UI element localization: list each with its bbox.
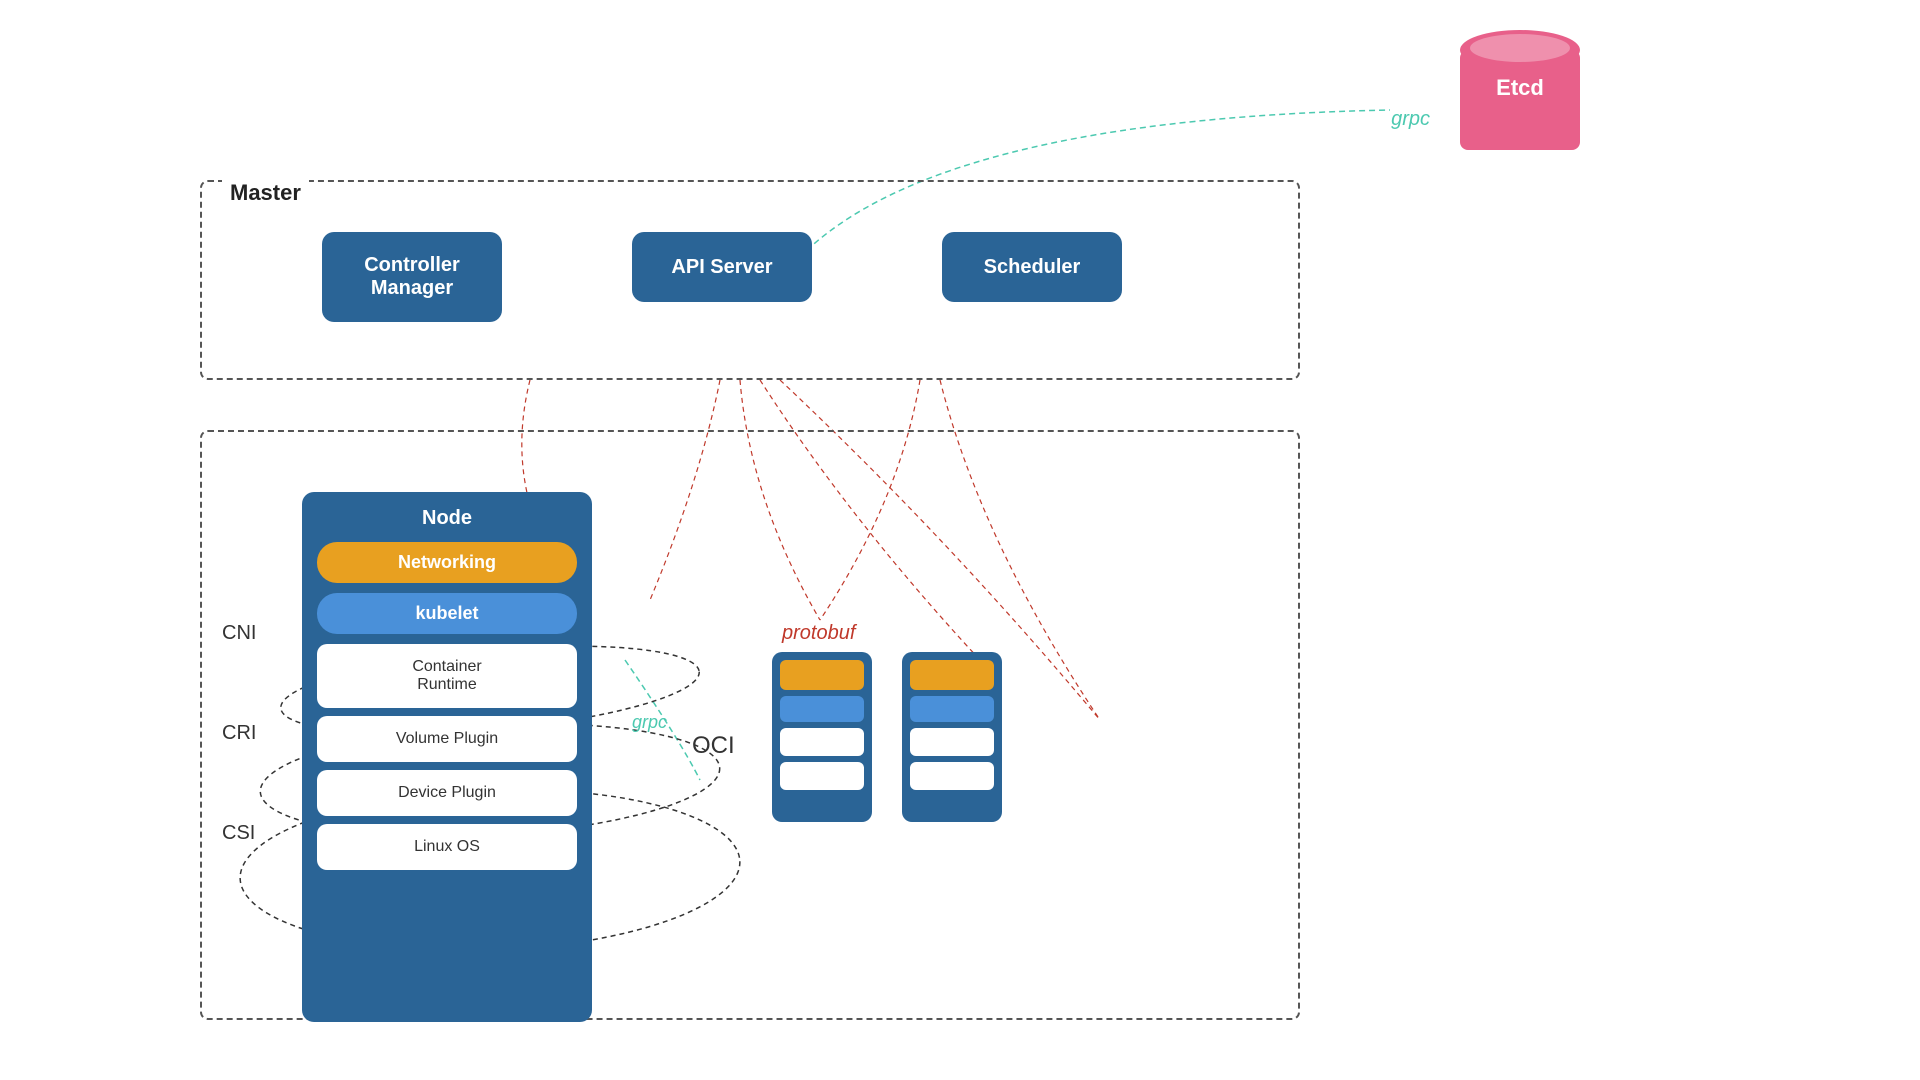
- networking-box: Networking: [317, 542, 577, 583]
- etcd-highlight: [1470, 34, 1570, 62]
- pod-1-bar-1: [780, 660, 864, 690]
- etcd-label: Etcd: [1460, 75, 1580, 101]
- cri-label: CRI: [222, 722, 256, 745]
- kubelet-box: kubelet: [317, 593, 577, 634]
- container-runtime-label: ContainerRuntime: [412, 658, 481, 693]
- linux-os-box: Linux OS: [317, 824, 577, 870]
- node-box: CNI CRI CSI OCI grpc protobuf Node Netwo…: [200, 430, 1300, 1020]
- container-runtime-box: ContainerRuntime: [317, 644, 577, 708]
- pod-2-bar-3: [910, 728, 994, 756]
- etcd-top: [1460, 30, 1580, 70]
- grpc-etcd-label: grpc: [1391, 108, 1430, 131]
- api-server-box: API Server: [632, 232, 812, 302]
- controller-manager-label: ControllerManager: [364, 254, 460, 300]
- master-box: Master ControllerManager API Server Sche…: [200, 180, 1300, 380]
- scheduler-label: Scheduler: [984, 256, 1081, 279]
- protobuf-label: protobuf: [782, 622, 855, 645]
- pod-2-bar-4: [910, 762, 994, 790]
- pod-1-bar-4: [780, 762, 864, 790]
- diagram-container: Etcd grpc Master ControllerManager API S…: [0, 0, 1920, 1080]
- api-server-label: API Server: [671, 256, 772, 279]
- etcd-component: Etcd: [1460, 30, 1580, 160]
- pod-1: [772, 652, 872, 822]
- cni-label: CNI: [222, 622, 256, 645]
- grpc-node-label: grpc: [632, 712, 667, 733]
- node-title: Node: [317, 507, 577, 530]
- pod-2-bar-1: [910, 660, 994, 690]
- pod-1-bar-2: [780, 696, 864, 722]
- volume-plugin-box: Volume Plugin: [317, 716, 577, 762]
- device-plugin-box: Device Plugin: [317, 770, 577, 816]
- csi-label: CSI: [222, 822, 255, 845]
- master-label: Master: [222, 180, 309, 206]
- controller-manager-box: ControllerManager: [322, 232, 502, 322]
- node-inner-container: Node Networking kubelet ContainerRuntime…: [302, 492, 592, 1022]
- scheduler-box: Scheduler: [942, 232, 1122, 302]
- pod-1-bar-3: [780, 728, 864, 756]
- pod-2-bar-2: [910, 696, 994, 722]
- pod-2: [902, 652, 1002, 822]
- oci-label: OCI: [692, 732, 735, 760]
